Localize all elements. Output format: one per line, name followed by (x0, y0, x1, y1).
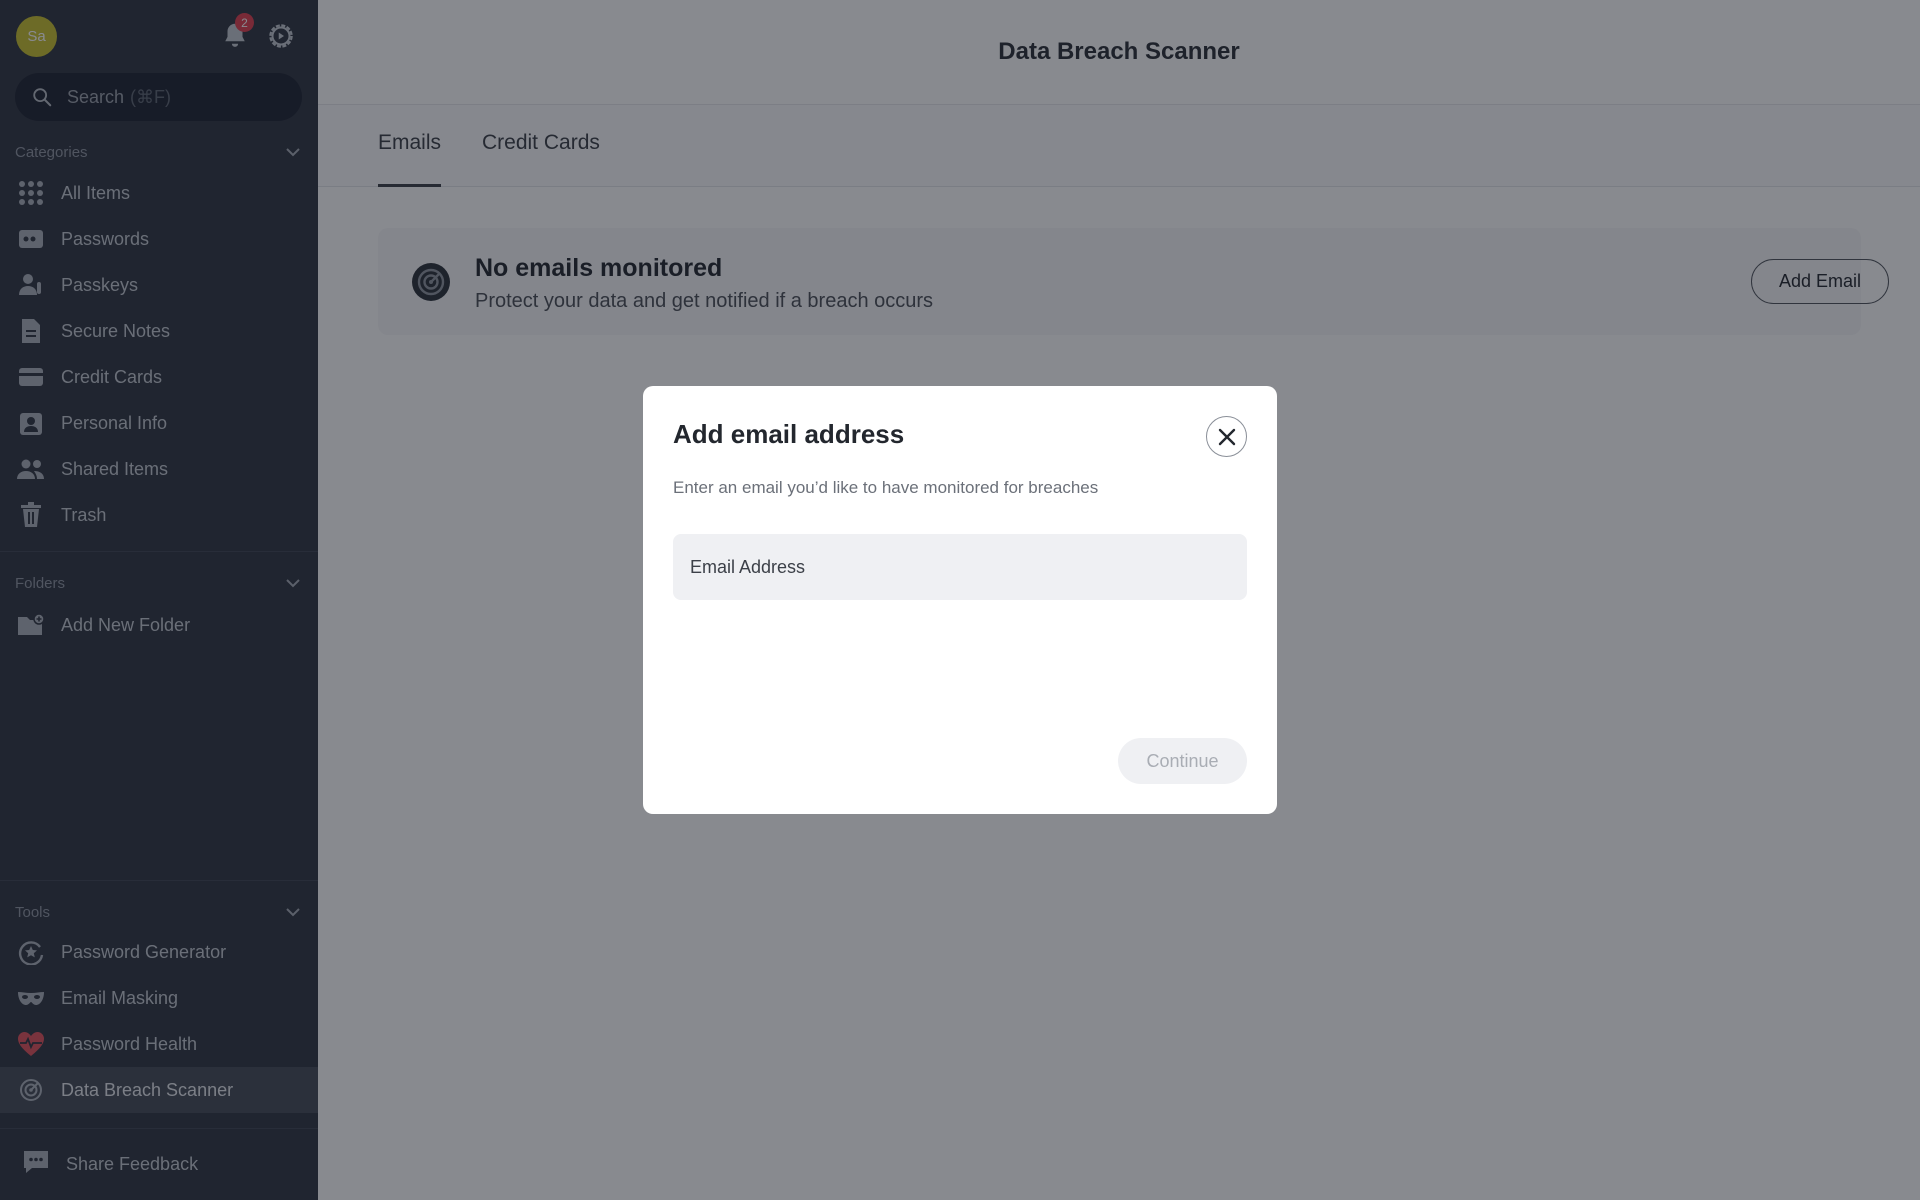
continue-button[interactable]: Continue (1118, 738, 1247, 784)
add-email-dialog: Add email address Enter an email you’d l… (643, 386, 1277, 814)
email-address-field[interactable] (673, 534, 1247, 600)
close-button[interactable] (1206, 416, 1247, 457)
dialog-description: Enter an email you’d like to have monito… (673, 478, 1099, 497)
dialog-title: Add email address (673, 419, 905, 449)
close-icon (1218, 428, 1235, 445)
